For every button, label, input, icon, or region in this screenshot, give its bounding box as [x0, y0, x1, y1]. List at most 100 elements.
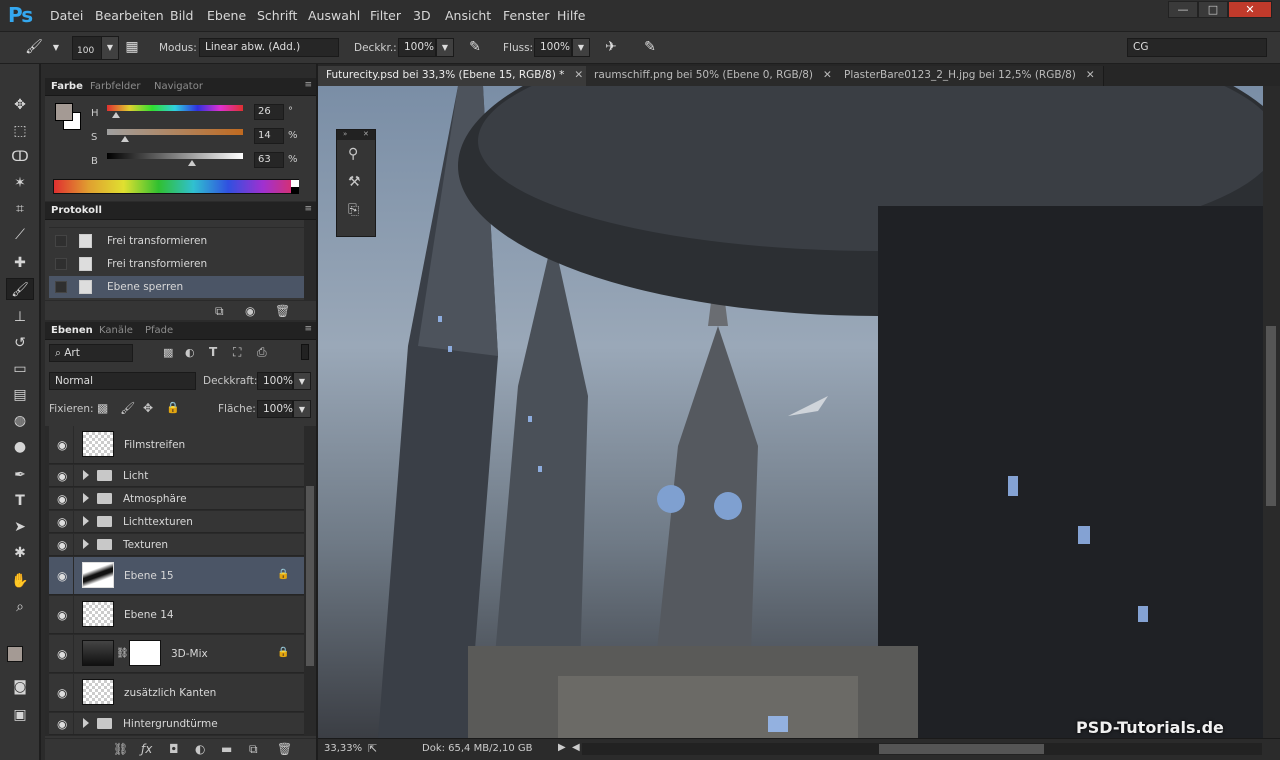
type-tool-icon[interactable]: T	[6, 490, 34, 512]
color-fg-swatch[interactable]	[55, 103, 73, 121]
brush-presets-icon[interactable]: ⚲	[348, 146, 358, 162]
history-brush-source-checkbox[interactable]	[55, 281, 67, 293]
blur-tool-icon[interactable]: ◍	[6, 410, 34, 432]
eyedropper-tool-icon[interactable]: ⟋	[6, 224, 34, 246]
ramp-white-swatch[interactable]	[291, 180, 299, 187]
document-tab-futurecity[interactable]: Futurecity.psd bei 33,3% (Ebene 15, RGB/…	[318, 66, 593, 86]
canvas-hscroll-thumb[interactable]	[879, 744, 1044, 754]
layer-list-scroll-thumb[interactable]	[306, 486, 314, 666]
menu-datei[interactable]: Datei	[50, 8, 83, 23]
layer-row[interactable]: ◉ zusätzlich Kanten	[49, 674, 304, 712]
canvas-vscroll-thumb[interactable]	[1266, 326, 1276, 506]
canvas-vertical-scrollbar[interactable]	[1263, 86, 1280, 738]
fill-field[interactable]: 100%	[257, 400, 293, 418]
canvas-image[interactable]: » ✕ ⚲ ⚒ ⎘ PSD-Tutorials.de	[318, 86, 1263, 738]
filter-smart-object-icon[interactable]: ⎙	[257, 345, 267, 360]
hand-tool-icon[interactable]: ✋	[6, 570, 34, 592]
brush-size-preview[interactable]: 100	[72, 36, 102, 60]
crop-tool-icon[interactable]: ⌗	[6, 198, 34, 220]
brightness-slider-handle[interactable]	[188, 160, 196, 166]
brush-tool-icon[interactable]: 🖌	[24, 39, 44, 57]
lock-transparency-icon[interactable]: ▩	[97, 401, 108, 415]
layer-opacity-field[interactable]: 100%	[257, 372, 293, 390]
color-spectrum-ramp[interactable]	[53, 179, 299, 194]
restore-button[interactable]: □	[1198, 1, 1228, 18]
screen-mode-icon[interactable]: ▣	[6, 704, 34, 726]
fill-chevron-down-icon[interactable]: ▼	[293, 400, 311, 418]
layer-list-scrollbar[interactable]	[304, 426, 316, 736]
brightness-slider[interactable]	[107, 153, 243, 159]
move-tool-icon[interactable]: ✥	[6, 94, 34, 116]
menu-hilfe[interactable]: Hilfe	[557, 8, 585, 23]
zoom-level[interactable]: 33,33%	[324, 743, 362, 754]
tool-preset-chevron-down-icon[interactable]: ▼	[46, 43, 66, 61]
marquee-tool-icon[interactable]: ⬚	[6, 120, 34, 142]
panel-menu-icon[interactable]: ≡	[304, 324, 312, 334]
layer-group-row[interactable]: ◉ Lichttexturen	[49, 511, 304, 533]
layer-row[interactable]: ◉ Filmstreifen	[49, 426, 304, 464]
close-icon[interactable]: ✕	[574, 69, 583, 81]
filter-toggle-switch[interactable]	[301, 344, 309, 360]
visibility-eye-icon[interactable]: ◉	[57, 515, 67, 529]
mode-select[interactable]: Linear abw. (Add.)	[199, 38, 339, 57]
path-selection-tool-icon[interactable]: ➤	[6, 516, 34, 538]
collapse-icon[interactable]: »	[343, 130, 347, 138]
minimize-button[interactable]: —	[1168, 1, 1198, 18]
close-icon[interactable]: ✕	[1086, 69, 1095, 81]
add-mask-icon[interactable]: ◘	[169, 742, 179, 756]
flow-chevron-down-icon[interactable]: ▼	[572, 38, 590, 57]
history-brush-source-checkbox[interactable]	[55, 235, 67, 247]
hue-value-field[interactable]: 26	[254, 104, 284, 120]
pressure-opacity-icon[interactable]: ✎	[465, 39, 485, 57]
visibility-eye-icon[interactable]: ◉	[57, 647, 67, 661]
brightness-value-field[interactable]: 63	[254, 152, 284, 168]
link-layers-icon[interactable]: ⛓	[113, 742, 128, 756]
visibility-eye-icon[interactable]: ◉	[57, 686, 67, 700]
menu-bild[interactable]: Bild	[170, 8, 193, 23]
eraser-tool-icon[interactable]: ▭	[6, 358, 34, 380]
dodge-tool-icon[interactable]: ●	[6, 436, 34, 458]
lasso-tool-icon[interactable]: ↀ	[6, 146, 34, 168]
menu-auswahl[interactable]: Auswahl	[308, 8, 360, 23]
snapshot-camera-icon[interactable]: ◉	[245, 304, 255, 318]
stamp-tool-icon[interactable]: ⊥	[6, 306, 34, 328]
saturation-value-field[interactable]: 14	[254, 128, 284, 144]
brush-tool-icon[interactable]: 🖌	[6, 278, 34, 300]
document-tab-raumschiff[interactable]: raumschiff.png bei 50% (Ebene 0, RGB/8) ✕	[586, 66, 841, 86]
zoom-tool-icon[interactable]: ⌕	[6, 596, 34, 618]
document-tab-plasterbare[interactable]: PlasterBare0123_2_H.jpg bei 12,5% (RGB/8…	[836, 66, 1104, 86]
foreground-color-swatch[interactable]	[7, 646, 23, 662]
canvas-horizontal-scrollbar[interactable]	[582, 743, 1262, 755]
filter-shape-icon[interactable]: ⛶	[233, 345, 241, 360]
visibility-eye-icon[interactable]: ◉	[57, 438, 67, 452]
expand-triangle-icon[interactable]	[83, 493, 89, 503]
layer-row[interactable]: ◉ Ebene 14	[49, 596, 304, 634]
hue-slider-handle[interactable]	[112, 112, 120, 118]
menu-3d[interactable]: 3D	[413, 8, 431, 23]
quick-mask-icon[interactable]: ◙	[6, 676, 34, 698]
layer-mask-thumbnail[interactable]	[129, 640, 161, 666]
expand-triangle-icon[interactable]	[83, 718, 89, 728]
layer-row-selected[interactable]: ◉ Ebene 15 🔒	[49, 557, 304, 595]
history-scrollbar[interactable]	[304, 220, 316, 300]
layer-opacity-chevron-down-icon[interactable]: ▼	[293, 372, 311, 390]
menu-fenster[interactable]: Fenster	[503, 8, 549, 23]
hue-slider[interactable]	[107, 105, 243, 111]
filter-adjustment-icon[interactable]: ◐	[185, 346, 195, 359]
menu-filter[interactable]: Filter	[370, 8, 401, 23]
close-window-button[interactable]: ✕	[1228, 1, 1272, 18]
new-group-folder-icon[interactable]: ▬	[221, 742, 232, 756]
lock-position-icon[interactable]: ✥	[143, 401, 153, 415]
panel-menu-icon[interactable]: ≡	[304, 80, 312, 90]
brush-panel-toggle-icon[interactable]: ▦	[122, 39, 142, 57]
tab-pfade[interactable]: Pfade	[145, 325, 173, 336]
status-menu-arrow-icon[interactable]: ▶	[558, 742, 566, 753]
filter-pixel-icon[interactable]: ▩	[163, 346, 173, 359]
layer-filter-kind-select[interactable]: ⌕ Art	[49, 344, 133, 362]
expand-triangle-icon[interactable]	[83, 470, 89, 480]
flow-field[interactable]: 100%	[534, 38, 572, 57]
healing-brush-tool-icon[interactable]: ✚	[6, 252, 34, 274]
saturation-slider[interactable]	[107, 129, 243, 135]
filter-type-icon[interactable]: T	[209, 345, 217, 359]
history-item[interactable]: Frei transformieren	[49, 230, 304, 252]
